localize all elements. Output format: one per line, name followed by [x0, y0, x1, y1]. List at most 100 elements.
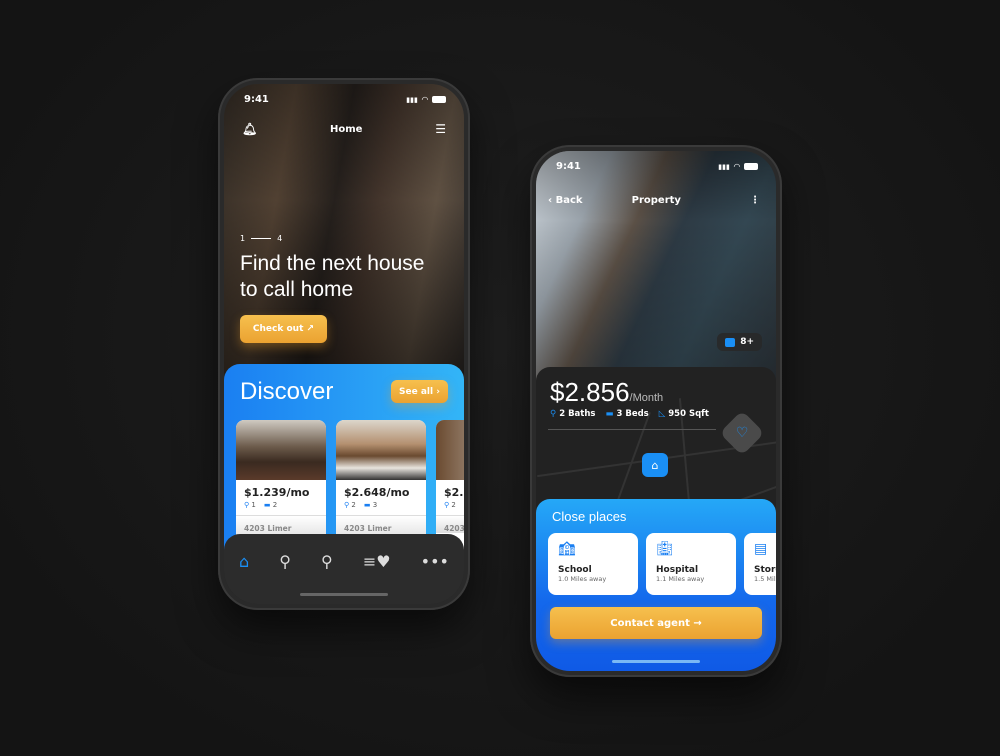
check-out-label: Check out: [252, 324, 304, 334]
contact-agent-button[interactable]: Contact agent →: [550, 607, 762, 639]
more-icon[interactable]: •••: [421, 552, 449, 571]
property-phone: 9:41 ▮▮▮ ◠ ‹ Back Property ⋮ 8+ $2.856/Mo…: [530, 145, 782, 677]
close-places-title: Close places: [552, 509, 627, 524]
place-card[interactable]: 🏫︎ School 1.0 Miles away: [548, 533, 638, 595]
listing-photo: [336, 420, 426, 480]
place-card[interactable]: 🏥︎ Hospital 1.1 Miles away: [646, 533, 736, 595]
heart-icon: ♡: [735, 425, 749, 441]
listing-address: 4203: [436, 515, 464, 533]
listing-card[interactable]: $2.1 ⚲ 2 4203: [436, 420, 464, 550]
close-places-section: Close places 🏫︎ School 1.0 Miles away 🏥︎ Ho…: [536, 499, 776, 671]
school-icon: 🏫︎: [558, 541, 576, 557]
see-all-button[interactable]: See all ›: [391, 380, 448, 403]
property-screen: 9:41 ▮▮▮ ◠ ‹ Back Property ⋮ 8+ $2.856/Mo…: [536, 151, 776, 671]
chevron-right-icon: ›: [436, 386, 440, 397]
bed-icon: ▬: [605, 409, 614, 419]
listing-photo: [436, 420, 464, 480]
back-label: Back: [555, 195, 583, 206]
listing-price: $2.1: [444, 486, 464, 499]
listing-photo: [236, 420, 326, 480]
store-icon: ▤: [754, 541, 768, 557]
area-icon: ◺: [658, 409, 666, 419]
pager: 14: [240, 234, 424, 243]
places-list[interactable]: 🏫︎ School 1.0 Miles away 🏥︎ Hospital 1.1 Mil…: [548, 533, 776, 595]
more-vertical-icon[interactable]: ⋮: [750, 195, 760, 206]
place-distance: 1.1 Miles away: [656, 575, 705, 583]
contact-agent-label: Contact agent: [610, 617, 690, 629]
listing-card[interactable]: $2.648/mo ⚲ 2▬ 3 4203 Limer Street: [336, 420, 426, 550]
home-map-pin-icon[interactable]: ⌂: [642, 453, 668, 477]
battery-icon: [744, 163, 758, 170]
wifi-icon: ◠: [421, 95, 428, 104]
hero-content: 14 Find the next house to call home Check…: [240, 234, 424, 343]
bed-icon: ▬: [263, 501, 271, 509]
gallery-count-button[interactable]: 8+: [717, 333, 762, 351]
search-icon[interactable]: ⚲: [321, 552, 333, 571]
listing-cards[interactable]: $1.239/mo ⚲ 1▬ 2 4203 Limer Street $2.64…: [236, 420, 464, 550]
baths: 2: [451, 501, 456, 509]
place-name: Hospital: [656, 565, 699, 575]
battery-icon: [432, 96, 446, 103]
beds: 3: [372, 501, 378, 509]
top-nav: 🔔︎ Home ☰: [242, 122, 446, 136]
place-distance: 1.5 Miles away: [754, 575, 776, 583]
headline-line-2: to call home: [240, 278, 354, 301]
page-title: Home: [330, 123, 363, 135]
home-phone: 9:41 ▮▮▮ ◠ 🔔︎ Home ☰ 14 Find the next hou…: [218, 78, 470, 610]
price-period: /Month: [629, 392, 664, 404]
back-button[interactable]: ‹ Back: [548, 195, 583, 206]
signal-icon: ▮▮▮: [718, 162, 730, 171]
area: 950 Sqft: [668, 409, 709, 419]
pager-total: 4: [277, 234, 283, 243]
place-name: School: [558, 565, 592, 575]
baths: 2 Baths: [559, 409, 596, 419]
home-indicator: [300, 593, 388, 596]
beds: 3 Beds: [616, 409, 649, 419]
status-bar: 9:41 ▮▮▮ ◠: [244, 94, 446, 105]
map-pin-icon[interactable]: ⚲: [279, 552, 291, 571]
favorites-list-icon[interactable]: ≡♥: [363, 552, 391, 571]
gallery-count: 8+: [740, 337, 754, 347]
bell-icon[interactable]: 🔔︎: [242, 122, 257, 136]
check-out-button[interactable]: Check out ↗: [240, 315, 327, 343]
status-time: 9:41: [244, 94, 269, 105]
price: $2.856/Month: [550, 377, 663, 408]
pager-current: 1: [240, 234, 246, 243]
top-nav: ‹ Back Property ⋮: [548, 195, 760, 206]
listing-price: $2.648/mo: [344, 486, 410, 499]
headline: Find the next house to call home: [240, 251, 424, 303]
baths: 2: [351, 501, 356, 509]
wifi-icon: ◠: [733, 162, 740, 171]
arrow-up-right-icon: ↗: [306, 324, 315, 334]
page-title: Property: [631, 195, 681, 206]
discover-title: Discover: [240, 378, 334, 405]
place-name: Store: [754, 565, 776, 575]
signal-icon: ▮▮▮: [406, 95, 418, 104]
hospital-icon: 🏥︎: [656, 541, 674, 557]
headline-line-1: Find the next house: [240, 252, 425, 275]
beds: 2: [272, 501, 278, 509]
listing-card[interactable]: $1.239/mo ⚲ 1▬ 2 4203 Limer Street: [236, 420, 326, 550]
bath-icon: ⚲: [344, 501, 350, 509]
bath-icon: ⚲: [444, 501, 450, 509]
price-value: $2.856: [550, 377, 630, 407]
divider: [548, 429, 716, 430]
features: ⚲ 2 Baths ▬ 3 Beds ◺ 950 Sqft: [550, 409, 709, 419]
status-bar: 9:41 ▮▮▮ ◠: [556, 161, 758, 172]
arrow-right-icon: →: [693, 617, 702, 629]
tab-bar: ⌂ ⚲ ⚲ ≡♥ •••: [224, 534, 464, 604]
home-indicator: [612, 660, 700, 663]
chevron-left-icon: ‹: [548, 195, 553, 206]
baths: 1: [251, 501, 256, 509]
see-all-label: See all: [399, 386, 434, 397]
place-distance: 1.0 Miles away: [558, 575, 607, 583]
status-time: 9:41: [556, 161, 581, 172]
home-screen: 9:41 ▮▮▮ ◠ 🔔︎ Home ☰ 14 Find the next hou…: [224, 84, 464, 604]
bath-icon: ⚲: [550, 409, 557, 419]
image-icon: [725, 337, 736, 347]
bath-icon: ⚲: [244, 501, 250, 509]
home-icon[interactable]: ⌂: [239, 552, 249, 571]
sliders-icon[interactable]: ☰: [435, 122, 446, 136]
bed-icon: ▬: [363, 501, 371, 509]
place-card[interactable]: ▤ Store1.5 Miles away: [744, 533, 776, 595]
